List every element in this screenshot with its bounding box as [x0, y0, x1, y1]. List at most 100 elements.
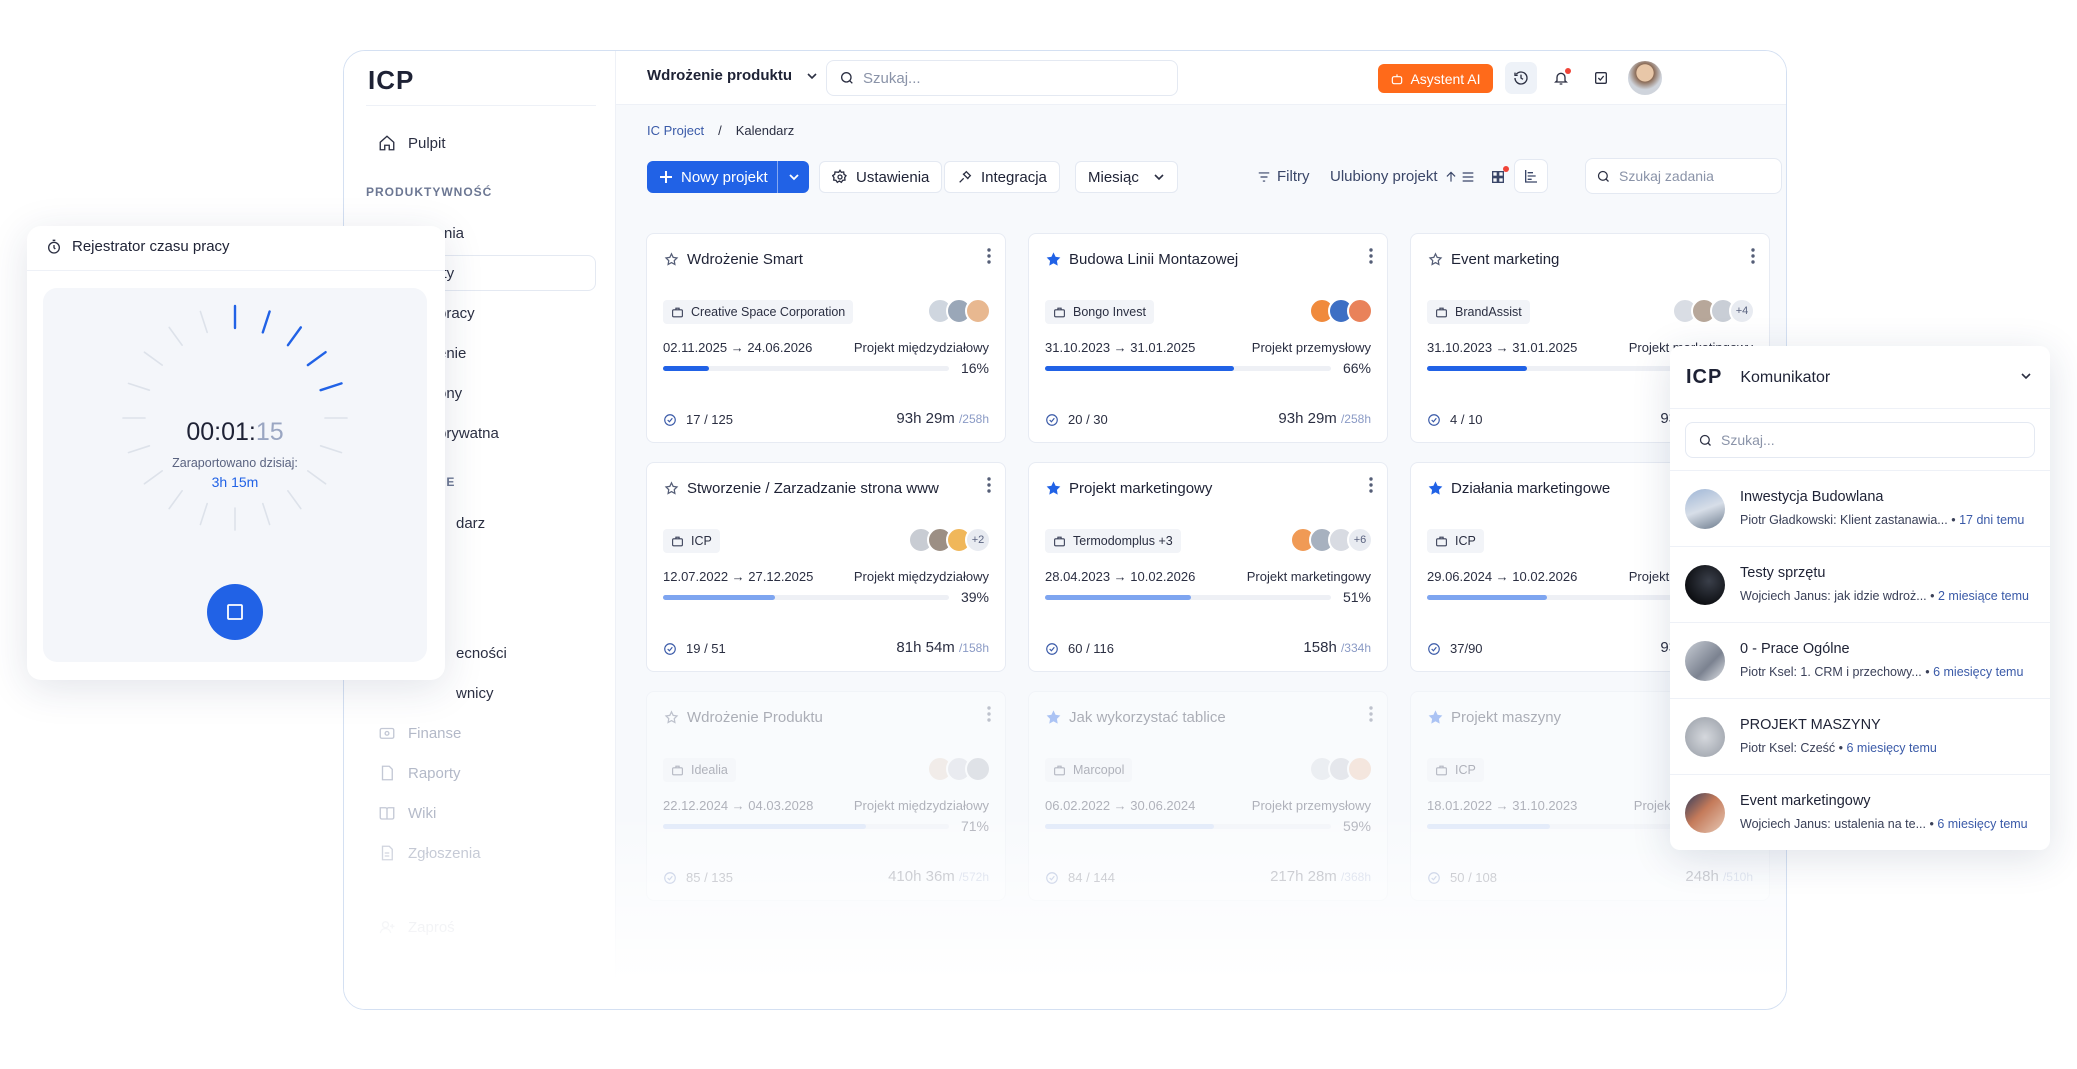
project-card[interactable]: Jak wykorzystać tablice Marcopol 06.02.202… — [1028, 691, 1388, 901]
conversation-item[interactable]: PROJEKT MASZYNY Piotr Ksel: Cześć • 6 mie… — [1670, 698, 2050, 774]
conversation-item[interactable]: Inwestycja Budowlana Piotr Gładkowski: Kl… — [1670, 470, 2050, 546]
conversation-item[interactable]: Event marketingowy Wojciech Janus: ustale… — [1670, 774, 2050, 850]
integration-button[interactable]: Integracja — [944, 161, 1060, 193]
project-title[interactable]: Wdrożenie Produktu — [664, 709, 823, 726]
project-title[interactable]: Stworzenie / Zarzadzanie strona www — [664, 480, 939, 497]
project-name: Wdrożenie Produktu — [687, 709, 823, 726]
briefcase-icon — [1053, 764, 1066, 777]
progress-percent: 71% — [960, 818, 989, 834]
conversation-name: PROJEKT MASZYNY — [1740, 717, 1881, 733]
hours-value: 410h 36m — [888, 868, 955, 885]
dial-tick — [168, 490, 183, 510]
grid-icon — [1490, 166, 1509, 185]
kebab-menu-icon[interactable] — [1751, 248, 1755, 264]
project-title[interactable]: Jak wykorzystać tablice — [1046, 709, 1226, 726]
kebab-menu-icon[interactable] — [1369, 706, 1373, 722]
stop-timer-button[interactable] — [207, 584, 263, 640]
task-count-value: 19 / 51 — [686, 641, 726, 656]
project-card[interactable]: Wdrożenie Smart Creative Space Corporatio… — [646, 233, 1006, 443]
project-card[interactable]: Wdrożenie Produktu Idealia 22.12.2024 → 04… — [646, 691, 1006, 901]
task-search-placeholder: Szukaj zadania — [1619, 168, 1714, 184]
dial-tick — [127, 382, 151, 391]
star-icon[interactable] — [1428, 710, 1443, 725]
user-avatar[interactable] — [1628, 61, 1662, 95]
sidebar-item-finanse[interactable]: Finanse — [366, 715, 596, 751]
project-card[interactable]: Stworzenie / Zarzadzanie strona www ICP +2… — [646, 462, 1006, 672]
kebab-menu-icon[interactable] — [987, 248, 991, 264]
star-icon[interactable] — [1046, 710, 1061, 725]
last-message-time: 2 miesiące temu — [1937, 589, 2029, 603]
time-tracker-title: Rejestrator czasu pracy — [72, 238, 230, 255]
sidebar-item-zgloszenia[interactable]: Zgłoszenia — [366, 835, 596, 871]
star-icon[interactable] — [1428, 252, 1443, 267]
gantt-view-button[interactable] — [1514, 159, 1548, 193]
grid-view-button[interactable] — [1482, 161, 1514, 193]
kebab-menu-icon[interactable] — [987, 706, 991, 722]
member-avatars — [927, 756, 991, 782]
sidebar-item-wiki[interactable]: Wiki — [366, 795, 596, 831]
project-title[interactable]: Projekt marketingowy — [1046, 480, 1212, 497]
breadcrumb-root[interactable]: IC Project — [647, 123, 704, 138]
client-name: Termodomplus +3 — [1073, 534, 1173, 548]
notifications-button[interactable] — [1545, 62, 1577, 94]
client-badge: Bongo Invest — [1045, 300, 1154, 324]
member-avatar — [1347, 756, 1373, 782]
dial-tick — [262, 502, 271, 526]
check-circle-icon — [1045, 413, 1059, 427]
conversation-item[interactable]: 0 - Prace Ogólne Piotr Ksel: 1. CRM i prz… — [1670, 622, 2050, 698]
project-selector[interactable]: Wdrożenie produktu — [647, 67, 818, 84]
task-count: 4 / 10 — [1427, 412, 1483, 427]
hours-total: /258h — [1340, 412, 1371, 426]
history-button[interactable] — [1505, 62, 1537, 94]
star-icon[interactable] — [1046, 481, 1061, 496]
global-search-input[interactable]: Szukaj... — [826, 60, 1178, 96]
sidebar-item-invite[interactable]: Zaproś — [366, 909, 596, 945]
project-title[interactable]: Budowa Linii Montazowej — [1046, 251, 1238, 268]
star-icon[interactable] — [664, 252, 679, 267]
project-card[interactable]: Budowa Linii Montazowej Bongo Invest 31.10… — [1028, 233, 1388, 443]
star-icon[interactable] — [664, 481, 679, 496]
new-project-main[interactable]: Nowy projekt — [647, 169, 777, 186]
reported-today-value: 3h 15m — [211, 474, 259, 490]
stopwatch-icon — [46, 239, 62, 255]
messenger-header: ICP Komunikator — [1686, 366, 1830, 389]
list-view-button[interactable] — [1452, 161, 1484, 193]
sidebar-item-pulpit[interactable]: Pulpit — [366, 125, 596, 161]
conversation-item[interactable]: Testy sprzętu Wojciech Janus: jak idzie w… — [1670, 546, 2050, 622]
project-title[interactable]: Działania marketingowe — [1428, 480, 1610, 497]
wallet-icon — [378, 724, 396, 742]
tasks-check-button[interactable] — [1585, 62, 1617, 94]
project-title[interactable]: Event marketing — [1428, 251, 1559, 268]
filters-button[interactable]: Filtry — [1257, 168, 1310, 185]
client-badge: Marcopol — [1045, 758, 1133, 782]
project-title[interactable]: Wdrożenie Smart — [664, 251, 803, 268]
star-icon[interactable] — [664, 710, 679, 725]
messenger-collapse-button[interactable] — [2020, 370, 2032, 382]
new-project-button[interactable]: Nowy projekt — [647, 161, 809, 193]
hours-value: 248h — [1685, 868, 1719, 885]
kebab-menu-icon[interactable] — [987, 477, 991, 493]
plus-icon — [659, 170, 673, 184]
member-avatars: +6 — [1290, 527, 1373, 553]
star-icon[interactable] — [1046, 252, 1061, 267]
settings-button[interactable]: Ustawienia — [819, 161, 943, 193]
chevron-down-icon — [1153, 171, 1165, 183]
range-select[interactable]: Miesiąc — [1075, 161, 1178, 193]
star-icon[interactable] — [1428, 481, 1443, 496]
ai-assistant-button[interactable]: Asystent AI — [1378, 64, 1493, 93]
kebab-menu-icon[interactable] — [1369, 248, 1373, 264]
favorite-sort-button[interactable]: Ulubiony projekt — [1330, 168, 1458, 185]
kebab-menu-icon[interactable] — [1369, 477, 1373, 493]
task-search-input[interactable]: Szukaj zadania — [1585, 158, 1782, 194]
sidebar-item-employees[interactable]: wnicy — [366, 675, 596, 711]
hours-logged: 410h 36m /572h — [888, 868, 989, 885]
progress-percent: 16% — [960, 360, 989, 376]
project-dates: 29.06.2024 → 10.02.2026 — [1427, 569, 1578, 584]
messenger-panel: ICP Komunikator Szukaj... Inwestycja Bud… — [1670, 346, 2050, 850]
briefcase-icon — [1435, 535, 1448, 548]
messenger-search-input[interactable]: Szukaj... — [1685, 422, 2035, 458]
project-title[interactable]: Projekt maszyny — [1428, 709, 1561, 726]
project-card[interactable]: Projekt marketingowy Termodomplus +3 +6 28.… — [1028, 462, 1388, 672]
sidebar-item-raporty[interactable]: Raporty — [366, 755, 596, 791]
new-project-dropdown[interactable] — [777, 161, 809, 193]
